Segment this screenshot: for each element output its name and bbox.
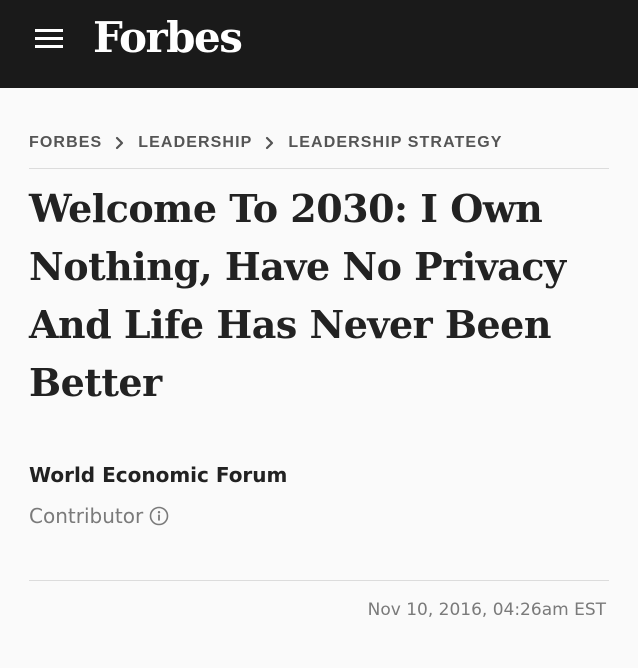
breadcrumb: FORBES LEADERSHIP LEADERSHIP STRATEGY <box>29 132 503 154</box>
author-role-label: Contributor <box>29 504 144 528</box>
divider <box>29 580 609 581</box>
breadcrumb-item-leadership-strategy[interactable]: LEADERSHIP STRATEGY <box>288 132 502 154</box>
chevron-right-icon <box>116 136 124 150</box>
publish-date: Nov 10, 2016, 04:26am EST <box>367 600 606 620</box>
author-role: Contributor <box>29 502 169 530</box>
breadcrumb-item-forbes[interactable]: FORBES <box>29 132 102 154</box>
article-title: Welcome To 2030: I Own Nothing, Have No … <box>29 186 566 405</box>
chevron-right-icon <box>266 136 274 150</box>
divider <box>29 168 609 169</box>
breadcrumb-item-leadership[interactable]: LEADERSHIP <box>138 132 252 154</box>
hamburger-menu-icon[interactable] <box>35 27 63 51</box>
site-header: Forbes <box>0 0 638 88</box>
forbes-logo[interactable]: Forbes <box>93 10 243 66</box>
author-name[interactable]: World Economic Forum <box>29 461 287 489</box>
info-circle-icon[interactable] <box>149 506 169 526</box>
